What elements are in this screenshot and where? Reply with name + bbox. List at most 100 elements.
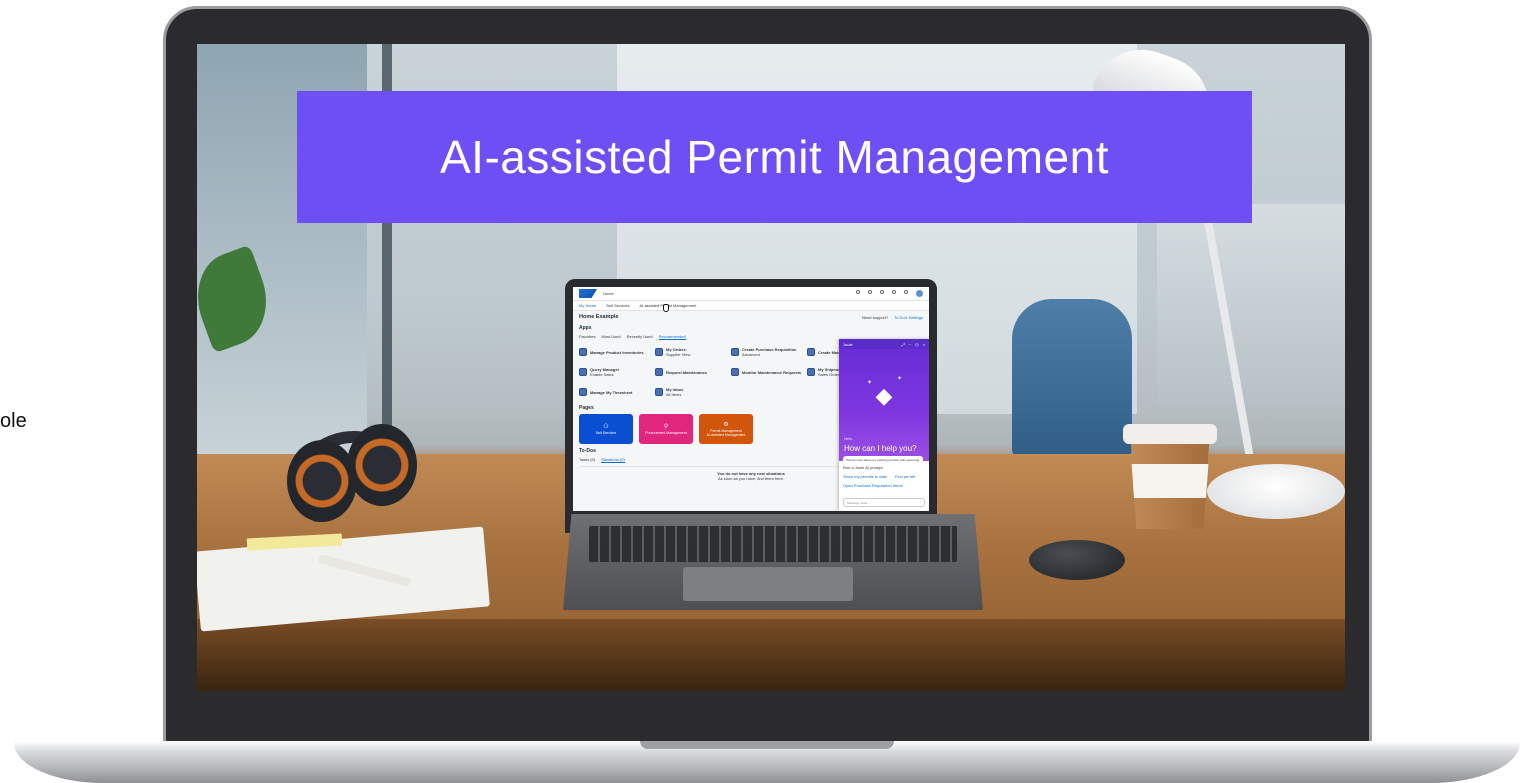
app-icon: [655, 348, 663, 356]
shell-bar: Home: [573, 287, 929, 301]
avatar[interactable]: [916, 290, 923, 297]
minimize-icon[interactable]: −: [909, 342, 911, 347]
app-tile-sub: All Items: [666, 392, 682, 397]
video-screen: AI-assisted Permit Management Home My Ho…: [197, 44, 1345, 691]
app-icon: [731, 348, 739, 356]
app-icon: [579, 368, 587, 376]
coffee-cup-lid: [1123, 424, 1217, 444]
app-tile-sub: Supplier View: [666, 352, 691, 357]
tab-my-home[interactable]: My Home: [579, 303, 596, 308]
app-tile[interactable]: Manage My Timesheet: [579, 385, 645, 399]
joule-prompt-suggestion[interactable]: Tell me more about my expiring permits, …: [843, 456, 923, 464]
app-icon: [579, 348, 587, 356]
page-card-permit-management[interactable]: ⚙ Permit Management AI-assisted Management: [699, 414, 753, 444]
history-icon[interactable]: ◷: [915, 342, 919, 347]
need-support-button[interactable]: Need support?: [862, 315, 888, 320]
app-icon: [731, 368, 739, 376]
app-tile[interactable]: Monitor Maintenance Requests: [731, 365, 801, 379]
banner-title: AI-assisted Permit Management: [440, 131, 1109, 183]
sparkle-icon: ✦: [897, 376, 903, 382]
joule-suggestions: Run a Joule AI prompt Show my permits to…: [839, 461, 929, 492]
app-icon: [807, 368, 815, 376]
space-actions: Need support? To Do's Settings: [862, 315, 923, 320]
page-card-title: Procurement Management: [645, 430, 687, 435]
space-title: Home Example: [579, 314, 619, 320]
joule-hello: Hello,: [844, 437, 853, 441]
app-tile-title: Monitor Maintenance Requests: [742, 369, 802, 375]
background-shelf: [1157, 204, 1345, 404]
app-tile[interactable]: Create Purchase Requisition Advanced: [731, 345, 797, 359]
document-icon: ⚙: [723, 421, 729, 428]
inner-app-screen: Home My Home Self Services AI-assisted P…: [573, 287, 929, 511]
office-chair: [1012, 299, 1132, 459]
app-tile-title: Manage My Timesheet: [590, 389, 633, 395]
app-tile[interactable]: Query Manager Enable Sales: [579, 365, 645, 379]
joule-suggestion[interactable]: Show my permits to date: [843, 474, 887, 479]
chip-recently-used[interactable]: Recently Used: [627, 334, 653, 340]
joule-icon[interactable]: [904, 290, 908, 294]
title-banner: AI-assisted Permit Management: [297, 91, 1252, 223]
desk-lamp-base: [1207, 464, 1345, 519]
joule-header-icons: ⤢ − ◷ ×: [902, 342, 925, 347]
sparkle-icon: ✦: [867, 380, 873, 386]
help-icon[interactable]: [868, 290, 872, 294]
joule-header: Joule ⤢ − ◷ ×: [839, 339, 929, 349]
page-card-procurement[interactable]: ⚲ Procurement Management: [639, 414, 693, 444]
stage: ole AI-assisted Permit Management Home M…: [0, 0, 1534, 783]
headphones-cup-right: [347, 424, 417, 506]
joule-message-input[interactable]: Message Joule...: [843, 498, 925, 507]
nav-bar: My Home Self Services AI-assisted Permit…: [573, 301, 929, 311]
cart-icon: ⚲: [663, 423, 669, 430]
app-icon: [579, 388, 587, 396]
space-header: Home Example Need support? To Do's Setti…: [573, 311, 929, 323]
joule-suggestion[interactable]: Open Purchase Requisition Items: [843, 483, 925, 488]
app-tile[interactable]: My Orders Supplier View: [655, 345, 721, 359]
todo-empty-sub: As soon as you have, find them here.: [717, 475, 785, 481]
joule-suggestion[interactable]: Run a Joule AI prompt: [843, 465, 925, 470]
inner-laptop-trackpad: [683, 567, 853, 601]
desk-edge: [197, 619, 1345, 691]
joule-heading: How can I help you?: [844, 444, 917, 453]
notifications-icon[interactable]: [880, 290, 884, 294]
app-tile-title: Manage Product Inventories: [590, 349, 644, 355]
mouse-pointer-icon: [663, 304, 669, 312]
chip-favorites[interactable]: Favorites: [579, 334, 595, 340]
chip-most-used[interactable]: Most Used: [601, 334, 620, 340]
app-icon: [655, 368, 663, 376]
app-tile-title: Request Maintenance: [666, 369, 708, 375]
apps-section-title: Apps: [579, 325, 592, 331]
tab-situations[interactable]: Situations (0): [601, 457, 625, 463]
joule-title: Joule: [843, 341, 853, 347]
app-tile-sub: Enable Sales: [590, 372, 614, 377]
home-menu[interactable]: Home: [603, 291, 614, 296]
app-tile-sub: Advanced: [742, 352, 760, 357]
page-card-sub: AI-assisted Management: [706, 432, 746, 437]
app-icon: [807, 348, 815, 356]
expand-icon[interactable]: ⤢: [902, 342, 905, 347]
joule-suggestion-row: Show my permits to date Find permit: [843, 474, 925, 479]
side-text: ole: [0, 410, 27, 432]
page-card-title: Self Services: [595, 430, 617, 435]
app-icon: [655, 388, 663, 396]
joule-panel: Joule ⤢ − ◷ × ✦ ✦ ◆ Hello, How can I hel…: [839, 339, 929, 511]
app-tile[interactable]: My Inbox All Items: [655, 385, 721, 399]
app-tile[interactable]: Manage Product Inventories: [579, 345, 645, 359]
chip-recommended[interactable]: Recommended: [658, 334, 686, 340]
settings-icon[interactable]: [892, 290, 896, 294]
inner-laptop-keyboard: [589, 526, 957, 562]
joule-suggestion[interactable]: Find permit: [895, 474, 915, 479]
search-icon[interactable]: [856, 290, 860, 294]
todo-settings-button[interactable]: To Do's Settings: [894, 315, 923, 320]
shell-icons: [856, 290, 923, 297]
tab-self-services[interactable]: Self Services: [606, 303, 629, 308]
sap-logo[interactable]: [579, 289, 597, 298]
tab-tasks[interactable]: Tasks (0): [579, 457, 595, 463]
close-icon[interactable]: ×: [923, 342, 925, 347]
people-icon: ⚇: [603, 423, 609, 430]
app-tile[interactable]: Request Maintenance: [655, 365, 721, 379]
joule-diamond-icon: ◆: [875, 383, 893, 408]
laptop-notch: [640, 741, 894, 749]
page-card-self-services[interactable]: ⚇ Self Services: [579, 414, 633, 444]
joule-hero: ✦ ✦ ◆ Hello, How can I help you? Tell me…: [839, 349, 929, 464]
coffee-cup-sleeve: [1131, 464, 1209, 498]
